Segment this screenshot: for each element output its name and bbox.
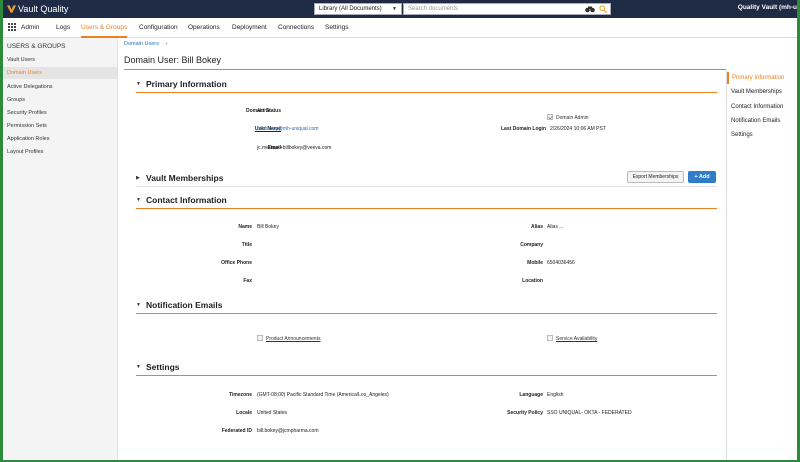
last-login-value: 2/26/2024 10:06 AM PST bbox=[550, 126, 606, 132]
caret-down-icon: ▼ bbox=[136, 302, 141, 308]
email-value: jc.merlaux+billbokey@veeva.com bbox=[257, 145, 332, 151]
mobile-value: 6504036456 bbox=[547, 260, 575, 266]
nav-admin[interactable]: Admin bbox=[21, 18, 39, 38]
binoculars-icon[interactable] bbox=[585, 5, 595, 13]
search-input[interactable]: Search documents bbox=[403, 3, 611, 15]
section-title: Vault Memberships bbox=[146, 173, 224, 183]
service-availability-label: Service Availability bbox=[556, 336, 598, 342]
section-divider bbox=[136, 186, 717, 187]
domain-admin-checkbox bbox=[547, 114, 553, 120]
sidebar-item-permission-sets[interactable]: Permission Sets bbox=[3, 120, 118, 132]
sidebar-item-security-profiles[interactable]: Security Profiles bbox=[3, 107, 118, 119]
toc-notification-emails[interactable]: Notification Emails bbox=[727, 115, 797, 127]
page-title: Domain User: Bill Bokey bbox=[124, 55, 222, 65]
federated-id-label: Federated ID bbox=[221, 428, 252, 434]
top-bar: Vault Quality Library (All Documents) ▼ … bbox=[3, 0, 797, 18]
domain-admin-label: Domain Admin bbox=[556, 115, 589, 121]
section-primary-header[interactable]: ▼ Primary Information bbox=[136, 78, 227, 90]
product-announcements-checkbox[interactable] bbox=[257, 335, 263, 341]
export-memberships-button[interactable]: Export Memberships bbox=[627, 171, 684, 183]
search-icon[interactable] bbox=[599, 5, 607, 13]
security-policy-label: Security Policy bbox=[507, 410, 543, 416]
alias-label: Alias bbox=[531, 224, 543, 230]
section-divider bbox=[136, 313, 717, 314]
office-phone-label: Office Phone bbox=[221, 260, 252, 266]
toc-primary-information[interactable]: Primary Information bbox=[727, 72, 797, 84]
title-divider bbox=[124, 69, 726, 70]
section-memberships-header[interactable]: ▶ Vault Memberships bbox=[136, 172, 223, 184]
nav-deployment[interactable]: Deployment bbox=[232, 18, 267, 38]
user-name-value[interactable]: bill.bokey@mh-uniqual.com bbox=[257, 126, 319, 132]
add-membership-button[interactable]: + Add bbox=[688, 171, 716, 183]
vault-name[interactable]: Quality Vault (mh-u bbox=[738, 4, 797, 11]
security-policy-value: SSO UNIQUAL- OKTA - FEDERATED bbox=[547, 410, 632, 416]
toc-settings[interactable]: Settings bbox=[727, 129, 797, 141]
section-navigator: Primary Information Vault Memberships Co… bbox=[726, 70, 797, 460]
nav-logs[interactable]: Logs bbox=[56, 18, 70, 38]
search-placeholder: Search documents bbox=[408, 6, 459, 12]
section-title: Settings bbox=[146, 362, 180, 372]
nav-operations[interactable]: Operations bbox=[188, 18, 220, 38]
app-window: Vault Quality Library (All Documents) ▼ … bbox=[3, 0, 797, 460]
sidebar-item-vault-users[interactable]: Vault Users bbox=[3, 54, 118, 66]
sidebar-item-groups[interactable]: Groups bbox=[3, 94, 118, 106]
caret-right-icon: ▶ bbox=[136, 175, 140, 181]
section-title: Contact Information bbox=[146, 195, 227, 205]
alias-value: Alias ... bbox=[547, 224, 564, 230]
locale-value: United States bbox=[257, 410, 288, 416]
title-label: Title bbox=[241, 242, 252, 248]
app-logo-text: Vault Quality bbox=[18, 4, 69, 14]
federated-id-value: bill.bokey@jcmpharma.com bbox=[257, 428, 319, 434]
nav-users-groups[interactable]: Users & Groups bbox=[81, 18, 128, 38]
section-divider bbox=[136, 375, 717, 376]
product-announcements-label: Product Announcements bbox=[266, 336, 321, 342]
mobile-label: Mobile bbox=[527, 260, 543, 266]
caret-down-icon: ▼ bbox=[136, 81, 141, 87]
toc-contact-information[interactable]: Contact Information bbox=[727, 101, 797, 113]
section-title: Primary Information bbox=[146, 79, 227, 89]
main-nav: Admin Logs Users & Groups Configuration … bbox=[3, 18, 797, 38]
sidebar-item-domain-users[interactable]: Domain Users bbox=[3, 67, 118, 79]
sidebar-item-active-delegations[interactable]: Active Delegations bbox=[3, 81, 118, 93]
library-select-value: Library (All Documents) bbox=[319, 6, 382, 12]
service-availability-checkbox[interactable] bbox=[547, 335, 553, 341]
breadcrumb: Domain Users › bbox=[124, 41, 167, 47]
name-label: Name bbox=[238, 224, 252, 230]
locale-label: Locale bbox=[236, 410, 252, 416]
section-title: Notification Emails bbox=[146, 300, 223, 310]
section-notifications-header[interactable]: ▼ Notification Emails bbox=[136, 299, 223, 311]
chevron-down-icon: ▼ bbox=[392, 6, 397, 12]
timezone-value: (GMT-08:00) Pacific Standard Time (Ameri… bbox=[257, 392, 389, 398]
language-label: Language bbox=[519, 392, 543, 398]
timezone-label: Timezone bbox=[229, 392, 252, 398]
sidebar-item-layout-profiles[interactable]: Layout Profiles bbox=[3, 146, 118, 158]
sidebar-title: USERS & GROUPS bbox=[7, 43, 66, 50]
caret-down-icon: ▼ bbox=[136, 197, 141, 203]
app-logo[interactable]: Vault Quality bbox=[7, 3, 68, 15]
domain-status-value: Active bbox=[257, 108, 271, 114]
language-value: English bbox=[547, 392, 564, 398]
toc-vault-memberships[interactable]: Vault Memberships bbox=[727, 86, 797, 98]
last-login-label: Last Domain Login bbox=[501, 126, 546, 132]
section-settings-header[interactable]: ▼ Settings bbox=[136, 361, 180, 373]
sidebar: USERS & GROUPS Vault Users Domain Users … bbox=[3, 38, 118, 460]
chevron-right-icon: › bbox=[165, 41, 168, 47]
breadcrumb-domain-users[interactable]: Domain Users bbox=[124, 41, 159, 47]
nav-configuration[interactable]: Configuration bbox=[139, 18, 178, 38]
name-value: Bill Bokey bbox=[257, 224, 279, 230]
sidebar-item-application-roles[interactable]: Application Roles bbox=[3, 133, 118, 145]
nav-settings[interactable]: Settings bbox=[325, 18, 349, 38]
company-label: Company bbox=[520, 242, 543, 248]
section-divider bbox=[136, 208, 717, 209]
caret-down-icon: ▼ bbox=[136, 364, 141, 370]
section-contact-header[interactable]: ▼ Contact Information bbox=[136, 194, 227, 206]
location-label: Location bbox=[522, 278, 543, 284]
nav-connections[interactable]: Connections bbox=[278, 18, 314, 38]
section-divider bbox=[136, 92, 717, 93]
app-grid-icon[interactable] bbox=[8, 23, 17, 32]
fax-label: Fax bbox=[243, 278, 252, 284]
main-content: Domain Users › Domain User: Bill Bokey ▼… bbox=[118, 38, 726, 460]
library-select[interactable]: Library (All Documents) ▼ bbox=[314, 3, 402, 15]
vault-logo-icon bbox=[7, 5, 16, 13]
